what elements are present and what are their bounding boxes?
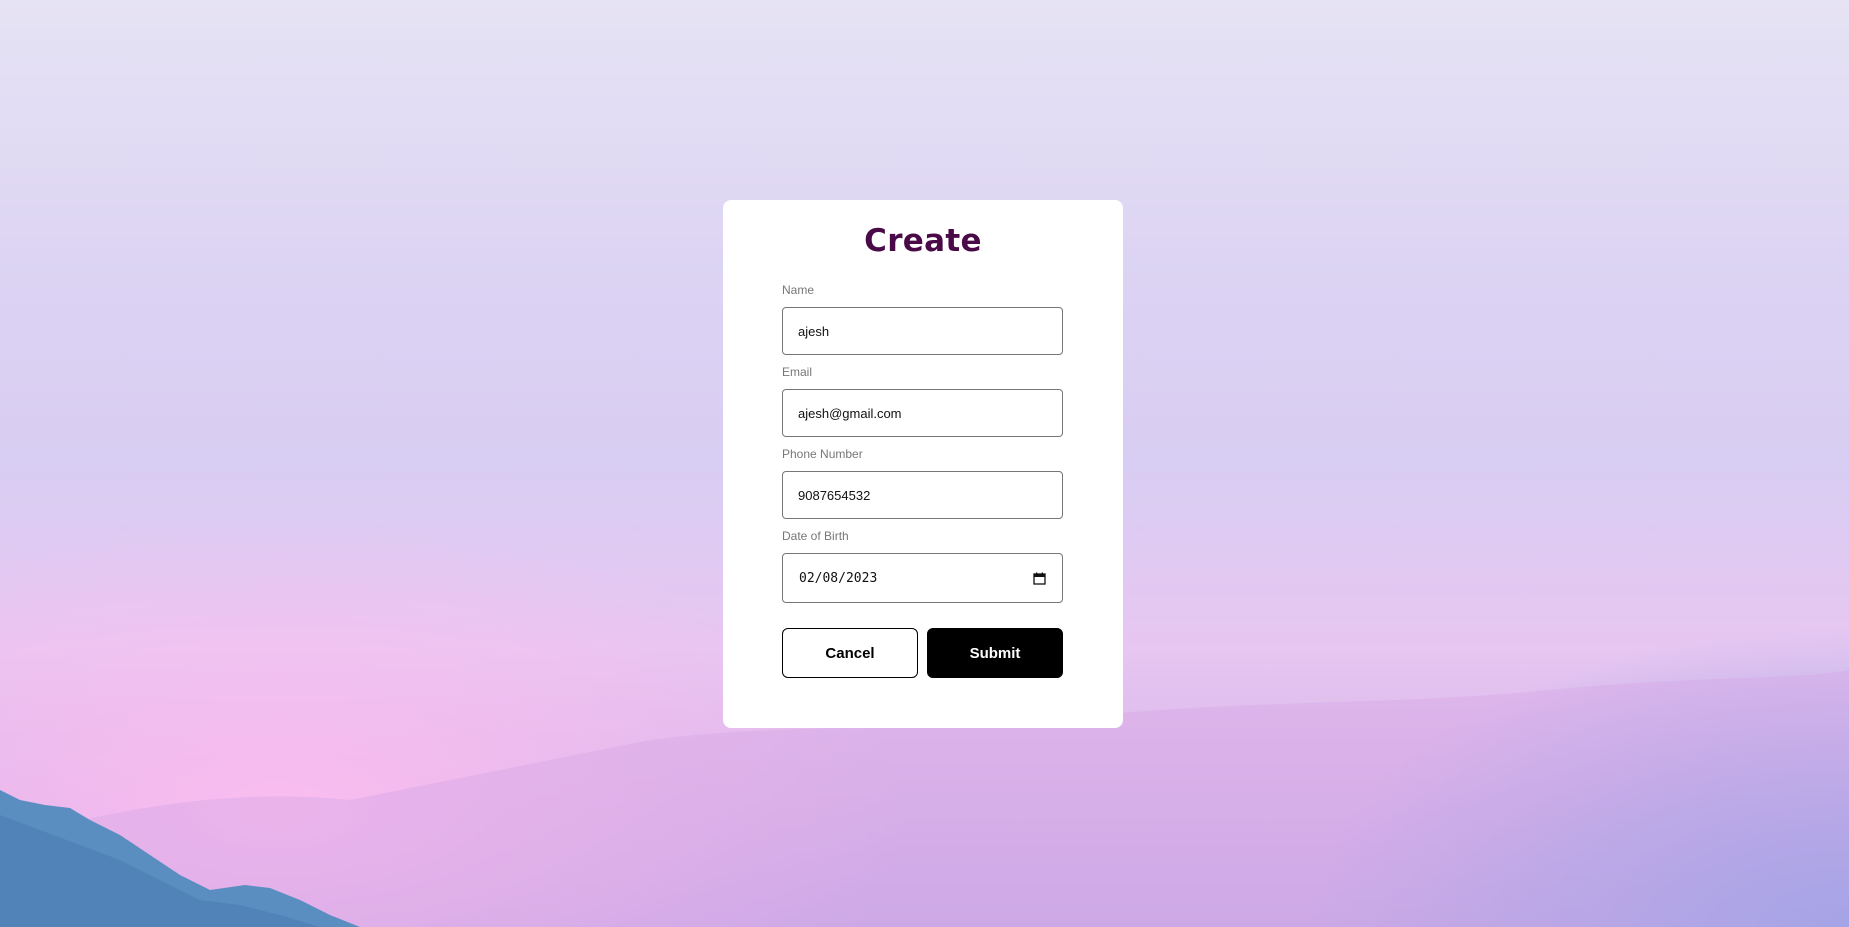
name-input[interactable] [782, 307, 1063, 355]
phone-number-input[interactable] [782, 471, 1063, 519]
email-label: Email [782, 365, 813, 379]
submit-button[interactable]: Submit [927, 628, 1063, 678]
calendar-icon[interactable] [1033, 572, 1046, 585]
form-title: Create [864, 223, 982, 259]
cancel-button[interactable]: Cancel [782, 628, 918, 678]
name-label: Name [782, 283, 815, 297]
form-actions: Cancel Submit [782, 628, 1063, 678]
phone-number-label: Phone Number [782, 447, 863, 461]
email-input[interactable] [782, 389, 1063, 437]
date-of-birth-value: 02/08/2023 [799, 570, 878, 586]
create-form-card: Create Name Email Phone Number Date of B… [723, 200, 1123, 728]
date-of-birth-input[interactable]: 02/08/2023 [782, 553, 1063, 603]
date-of-birth-label: Date of Birth [782, 529, 849, 543]
